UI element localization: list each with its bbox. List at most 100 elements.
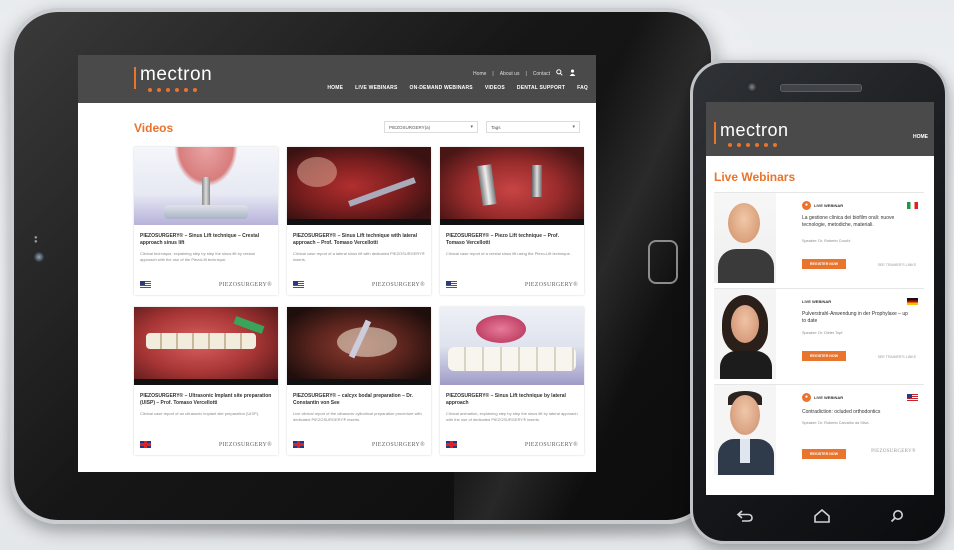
home-icon[interactable] [813,508,831,528]
video-title[interactable]: PIEZOSURGERY® – Sinus Lift technique – C… [140,233,272,247]
germany-flag-icon [907,298,918,305]
video-title[interactable]: PIEZOSURGERY® – Sinus Lift technique wit… [293,233,425,247]
phone-nav-home[interactable]: HOME [913,134,928,140]
speaker-photo [714,385,776,475]
chevron-down-icon: ▾ [572,124,575,130]
video-description: Clinical technique, explaining step by s… [140,251,255,262]
video-title[interactable]: PIEZOSURGERY® – Piezo Lift technique – P… [446,233,578,247]
util-home-link[interactable]: Home [473,71,486,77]
uk-flag-icon [140,441,151,448]
nav-live-webinars[interactable]: LIVE WEBINARS [355,85,397,91]
webinar-card[interactable]: LIVE WEBINAR Pulverstrahl-Anwendung in d… [714,288,924,379]
brand-logo: PIEZOSURGERY® [371,441,425,448]
main-nav: HOME LIVE WEBINARS ON-DEMAND WEBINARS VI… [327,85,588,91]
webinar-title[interactable]: Contradiction: ocluded orthodontics [802,409,912,416]
webinar-label: LIVE WEBINAR [814,395,844,400]
trainer-links[interactable]: SEE TRAINER'S LINKS [878,263,916,267]
product-filter-select[interactable]: PIEZOSURGERY(a) ▾ [384,121,478,133]
video-card[interactable]: PIEZOSURGERY® – calcyx bodal preparation… [287,307,431,455]
brand-logo: PIEZOSURGERY® [524,441,578,448]
video-card[interactable]: PIEZOSURGERY® – Sinus Lift technique by … [440,307,584,455]
brand-logo: PIEZOSURGERY® [524,281,578,288]
trainer-links[interactable]: SEE TRAINER'S LINKS [878,355,916,359]
tags-filter-select[interactable]: Tags ▾ [486,121,580,133]
page-title: Live Webinars [714,170,796,184]
back-icon[interactable] [736,509,754,527]
page-title: Videos [134,121,174,135]
logo-text: mectron [720,120,789,140]
search-icon[interactable] [556,69,563,78]
video-description: Clinical case report of a lateral sinus … [293,251,425,262]
phone-header: mectron HOME [706,102,934,156]
uk-flag-icon [446,441,457,448]
tablet-camera [34,252,44,262]
tablet-header: mectron Home | About us | Contact HOME L… [78,55,596,103]
us-flag-icon [446,281,457,288]
live-icon: ● [802,393,811,402]
phone-navigation-bar [706,500,934,536]
video-thumbnail[interactable] [134,147,278,225]
video-thumbnail[interactable] [287,307,431,385]
us-flag-icon [293,281,304,288]
util-contact-link[interactable]: Contact [533,71,550,77]
live-icon: ● [802,201,811,210]
register-button[interactable]: REGISTER NOW [802,351,846,361]
register-button[interactable]: REGISTER NOW [802,259,846,269]
video-card[interactable]: PIEZOSURGERY® – Piezo Lift technique – P… [440,147,584,295]
us-flag-icon [907,394,918,401]
uk-flag-icon [293,441,304,448]
us-flag-icon [140,281,151,288]
tablet-sensor: ● ● [34,235,39,245]
register-button[interactable]: REGISTER NOW [802,449,846,459]
video-card[interactable]: PIEZOSURGERY® – Ultrasonic Implant site … [134,307,278,455]
webinar-label: LIVE WEBINAR [814,203,844,208]
webinar-title[interactable]: Pulverstrahl-Anwendung in der Prophylaxe… [802,311,912,325]
video-title[interactable]: PIEZOSURGERY® – Sinus Lift technique by … [446,393,578,407]
logo-text: mectron [140,64,213,85]
phone-logo[interactable]: mectron [714,120,789,147]
video-description: Clinical animation, explaining step by s… [446,411,578,422]
webinar-label: LIVE WEBINAR [802,299,832,304]
nav-dental-support[interactable]: DENTAL SUPPORT [517,85,565,91]
tablet-logo[interactable]: mectron [134,64,213,92]
video-title[interactable]: PIEZOSURGERY® – Ultrasonic Implant site … [140,393,272,407]
logo-dots [720,143,789,147]
brand-logo: PIEZOSURGERY® [871,449,916,454]
tablet-home-button[interactable] [648,240,678,284]
nav-on-demand-webinars[interactable]: ON-DEMAND WEBINARS [409,85,472,91]
brand-logo: PIEZOSURGERY® [218,441,272,448]
webinar-speaker: Speaker: Dr. Roberto Cocchi [802,239,851,243]
nav-home[interactable]: HOME [327,85,343,91]
nav-faq[interactable]: FAQ [577,85,588,91]
speaker-photo [714,193,776,283]
tablet-screen: mectron Home | About us | Contact HOME L… [78,55,596,472]
phone-camera [747,82,757,92]
speaker-photo [714,289,776,379]
video-card[interactable]: PIEZOSURGERY® – Sinus Lift technique – C… [134,147,278,295]
video-description: Clinical case report of an ultrasonic im… [140,411,260,416]
user-icon[interactable] [569,69,576,78]
video-description: Clinical case report of a crestal sinus … [446,251,571,256]
video-thumbnail[interactable] [134,307,278,385]
webinar-speaker: Speaker: Dr. Roberto Carvalho da Silva [802,421,869,425]
video-thumbnail[interactable] [440,307,584,385]
webinar-speaker: Speaker: Dr. Dieter Topf [802,331,843,335]
utility-links: Home | About us | Contact [473,69,576,78]
video-thumbnail[interactable] [440,147,584,225]
phone-screen: mectron HOME Live Webinars ● LIVE WEBINA… [706,102,934,495]
webinar-title[interactable]: La gestione clinica dei biofilm orali: n… [802,215,912,229]
nav-videos[interactable]: VIDEOS [485,85,505,91]
util-about-link[interactable]: About us [500,71,520,77]
video-description: Live clinical report of the ultrasonic c… [293,411,422,422]
video-title[interactable]: PIEZOSURGERY® – calcyx bodal preparation… [293,393,425,407]
search-icon[interactable] [890,509,904,528]
italy-flag-icon [907,202,918,209]
brand-logo: PIEZOSURGERY® [371,281,425,288]
chevron-down-icon: ▾ [470,124,473,130]
phone-speaker [780,84,862,92]
webinar-card[interactable]: ● LIVE WEBINAR La gestione clinica dei b… [714,192,924,283]
video-thumbnail[interactable] [287,147,431,225]
webinar-card[interactable]: ● LIVE WEBINAR Contradiction: ocluded or… [714,384,924,475]
video-card[interactable]: PIEZOSURGERY® – Sinus Lift technique wit… [287,147,431,295]
logo-dots [140,88,212,92]
